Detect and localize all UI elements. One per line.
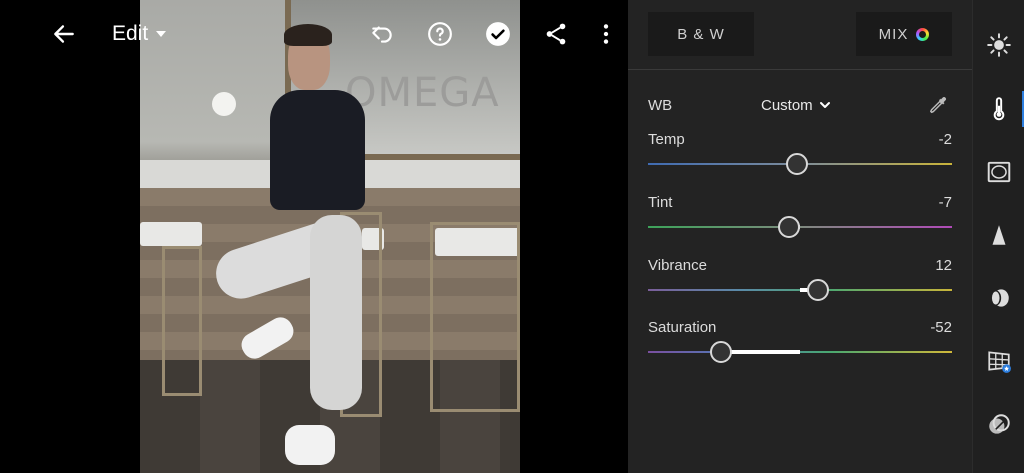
color-mix-button[interactable]: MIX xyxy=(856,12,952,56)
photo-person-shirt xyxy=(270,90,365,210)
black-white-button[interactable]: B & W xyxy=(648,12,754,56)
edit-tool-strip xyxy=(972,0,1024,473)
white-balance-dropdown[interactable]: Custom xyxy=(761,97,831,114)
tool-geometry[interactable] xyxy=(973,339,1024,383)
white-balance-label: WB xyxy=(648,96,673,114)
photo-sign-text: OMEGA xyxy=(345,70,500,116)
temp-value: -2 xyxy=(938,131,952,148)
saturation-slider-thumb[interactable] xyxy=(709,341,732,363)
photo-person-hair xyxy=(284,24,332,46)
geometry-grid-icon xyxy=(988,351,1011,373)
color-wheel-icon xyxy=(916,27,930,41)
tool-light[interactable] xyxy=(973,23,1024,67)
checkmark-circle-icon xyxy=(486,22,510,46)
undo-icon xyxy=(372,26,392,43)
vibrance-slider-thumb[interactable] xyxy=(807,279,830,301)
saturation-value: -52 xyxy=(930,319,952,336)
chevron-down-icon xyxy=(819,102,830,108)
effects-vignette-icon xyxy=(987,161,1011,183)
color-adjustment-panel: B & W MIX WB Custom Temp -2 Tint -7 Vibr… xyxy=(628,0,972,473)
eyedropper-icon xyxy=(930,97,946,114)
light-icon xyxy=(987,33,1011,57)
color-thermometer-icon xyxy=(993,97,1005,121)
presets-icon xyxy=(989,414,1010,434)
photo-person-shoe xyxy=(285,425,335,465)
more-vertical-icon xyxy=(603,24,609,44)
chevron-down-icon xyxy=(156,31,167,37)
more-options-button[interactable] xyxy=(586,14,626,54)
back-button[interactable] xyxy=(44,14,84,54)
photo-stool xyxy=(162,246,202,396)
tool-color[interactable] xyxy=(973,87,1024,131)
white-balance-row: WB Custom xyxy=(648,92,952,118)
vibrance-slider-row: Vibrance 12 xyxy=(648,257,952,307)
tint-label: Tint xyxy=(648,194,673,211)
photo-stool xyxy=(430,222,520,412)
white-balance-value: Custom xyxy=(761,96,813,114)
edit-mode-label: Edit xyxy=(112,22,149,45)
color-mix-label: MIX xyxy=(878,25,909,43)
tint-slider-thumb[interactable] xyxy=(778,216,801,238)
done-button[interactable] xyxy=(478,14,518,54)
undo-button[interactable] xyxy=(362,14,402,54)
help-circle-icon xyxy=(428,22,452,46)
optics-lens-icon xyxy=(990,289,1009,307)
detail-triangle-icon xyxy=(992,225,1006,245)
color-mode-tabs: B & W MIX xyxy=(628,0,972,70)
tool-effects[interactable] xyxy=(973,150,1024,194)
saturation-slider-track[interactable] xyxy=(648,351,952,353)
vibrance-value: 12 xyxy=(935,257,952,274)
arrow-left-icon xyxy=(54,25,74,43)
saturation-slider-fill xyxy=(720,350,800,354)
temp-slider-thumb[interactable] xyxy=(785,153,808,175)
photo-stool-seat xyxy=(140,222,202,246)
saturation-label: Saturation xyxy=(648,319,717,336)
photo-canvas[interactable]: OMEGA xyxy=(140,0,520,473)
eyedropper-button[interactable] xyxy=(926,92,952,118)
tool-optics[interactable] xyxy=(973,276,1024,320)
temp-label: Temp xyxy=(648,131,685,148)
tool-detail[interactable] xyxy=(973,213,1024,257)
tint-value: -7 xyxy=(938,194,952,211)
photo-person-leg xyxy=(310,215,362,410)
edit-mode-dropdown[interactable]: Edit xyxy=(112,14,167,54)
tint-slider-row: Tint -7 xyxy=(648,194,952,244)
vibrance-label: Vibrance xyxy=(648,257,707,274)
help-button[interactable] xyxy=(420,14,460,54)
photo-lamp xyxy=(212,92,236,116)
temp-slider-row: Temp -2 xyxy=(648,131,952,181)
black-white-label: B & W xyxy=(677,25,725,43)
tool-presets[interactable] xyxy=(973,403,1024,447)
share-icon xyxy=(546,23,566,45)
saturation-slider-row: Saturation -52 xyxy=(648,319,952,369)
share-button[interactable] xyxy=(536,14,576,54)
